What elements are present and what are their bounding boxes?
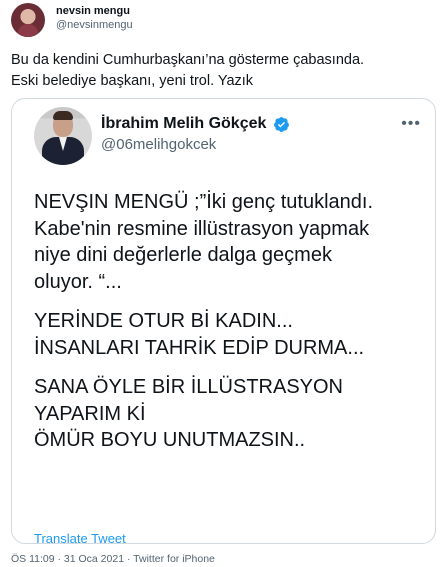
quoted-tweet-card[interactable]: İbrahim Melih Gökçek @06melihgokcek ••• …	[11, 98, 436, 544]
quoted-text-line: Kabe'nin resmine illüstrasyon yapmak	[34, 217, 370, 240]
author-handle[interactable]: @nevsinmengu	[56, 19, 133, 31]
translate-tweet-link[interactable]: Translate Tweet	[34, 531, 126, 543]
tweet-text-line: Bu da kendini Cumhurbaşkanı’na gösterme …	[11, 52, 365, 68]
tweet-header: nevsin mengu @nevsinmengu	[11, 3, 431, 37]
quoted-author-handle[interactable]: @06melihgokcek	[101, 136, 216, 153]
tweet-text: Bu da kendini Cumhurbaşkanı’na gösterme …	[11, 50, 436, 92]
tweet-timestamp[interactable]: ÖS 11:09 · 31 Oca 2021 · Twitter for iPh…	[11, 553, 215, 565]
quoted-tweet-text: NEVŞIN MENGÜ ;”İki genç tutuklandı. Kabe…	[34, 189, 429, 454]
quoted-text-line: YERİNDE OTUR Bİ KADIN...	[34, 310, 293, 332]
quoted-author-avatar[interactable]	[34, 107, 92, 165]
quoted-text-line: oluyor. “...	[34, 270, 122, 293]
quoted-author-name[interactable]: İbrahim Melih Gökçek	[101, 115, 266, 133]
tweet-text-line: Eski belediye başkanı, yeni trol. Yazık	[11, 73, 254, 89]
quoted-text-line: ÖMÜR BOYU UNUTMAZSIN..	[34, 429, 306, 451]
quoted-text-line: İNSANLARI TAHRİK EDİP DURMA...	[34, 336, 365, 359]
author-avatar[interactable]	[11, 3, 45, 37]
verified-badge-icon	[274, 117, 289, 132]
quoted-text-line: niye dini değerlerle dalga geçmek	[34, 244, 332, 266]
more-options-icon[interactable]: •••	[401, 115, 421, 133]
quoted-text-line: YAPARIM Kİ	[34, 402, 146, 425]
quoted-text-line: SANA ÖYLE BİR İLLÜSTRASYON	[34, 376, 343, 398]
avatar-hair	[53, 111, 73, 120]
author-name[interactable]: nevsin mengu	[56, 5, 130, 17]
quoted-text-line: NEVŞIN MENGÜ ;”İki genç tutuklandı.	[34, 191, 374, 213]
